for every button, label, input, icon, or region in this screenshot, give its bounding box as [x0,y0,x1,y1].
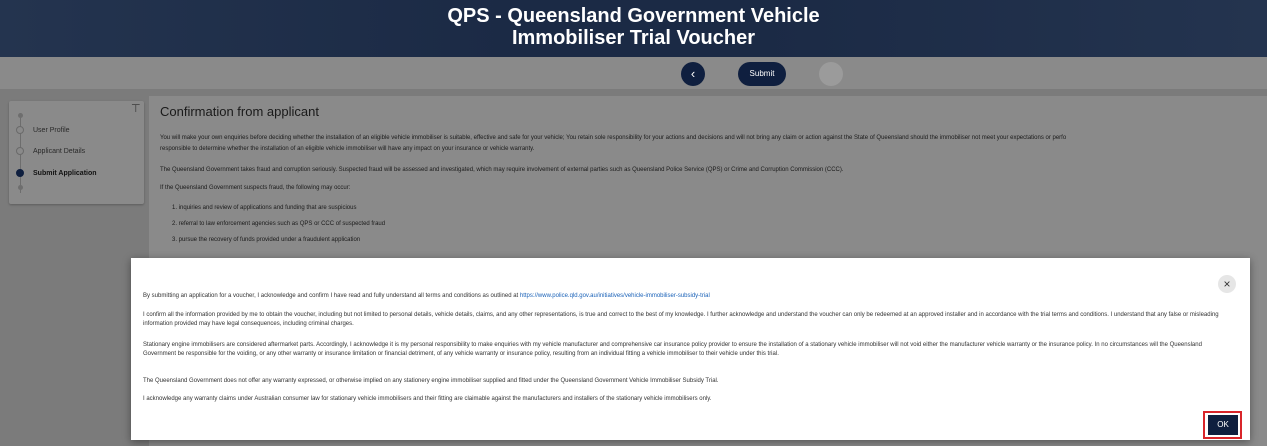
dialog-paragraph-information: I confirm all the information provided b… [143,312,1219,327]
list-item: 1. inquiries and review of applications … [172,205,357,211]
paragraph-fraud: The Queensland Government takes fraud an… [160,167,844,173]
dialog-paragraph-aftermarket: Stationary engine immobilisers are consi… [143,342,1202,357]
list-item: 2. referral to law enforcement agencies … [172,221,386,227]
dialog-paragraph-consumer-law: I acknowledge any warranty claims under … [143,396,712,402]
dialog-paragraph-warranty: The Queensland Government does not offer… [143,378,719,384]
page-title-line2: Immobiliser Trial Voucher [511,27,756,49]
step-indicator-applicant-details [16,147,24,155]
dialog-paragraph-terms: By submitting an application for a vouch… [143,292,1223,301]
chevron-left-icon: ‹ [690,66,696,81]
terms-link[interactable]: https://www.police.qld.gov.au/initiative… [520,293,710,299]
step-user-profile[interactable]: User Profile [33,127,70,134]
step-indicator-user-profile [16,126,24,134]
back-button[interactable]: ‹ [681,62,705,86]
close-icon[interactable]: × [1218,275,1236,293]
page-title-line1: QPS - Queensland Government Vehicle [447,5,820,27]
step-indicator-submit-application [16,169,24,177]
terms-text: By submitting an application for a vouch… [143,293,520,299]
page-title: QPS - Queensland Government Vehicle Immo… [0,5,1267,49]
section-title: Confirmation from applicant [160,104,319,119]
step-connector-dot [18,185,23,190]
ok-button[interactable]: OK [1208,415,1238,435]
next-button[interactable] [819,62,843,86]
paragraph-fraud-consequences: If the Queensland Government suspects fr… [160,185,351,191]
step-applicant-details[interactable]: Applicant Details [33,148,85,155]
step-submit-application[interactable]: Submit Application [33,170,97,177]
step-connector-dot [18,113,23,118]
submit-button[interactable]: Submit [738,62,786,86]
action-toolbar [0,57,1267,89]
list-item: 3. pursue the recovery of funds provided… [172,237,361,243]
paragraph-responsibility: You will make your own enquiries before … [160,135,1067,141]
paragraph-responsibility-cont: responsible to determine whether the ins… [160,146,535,152]
collapse-icon[interactable]: ⊤ [131,104,141,115]
